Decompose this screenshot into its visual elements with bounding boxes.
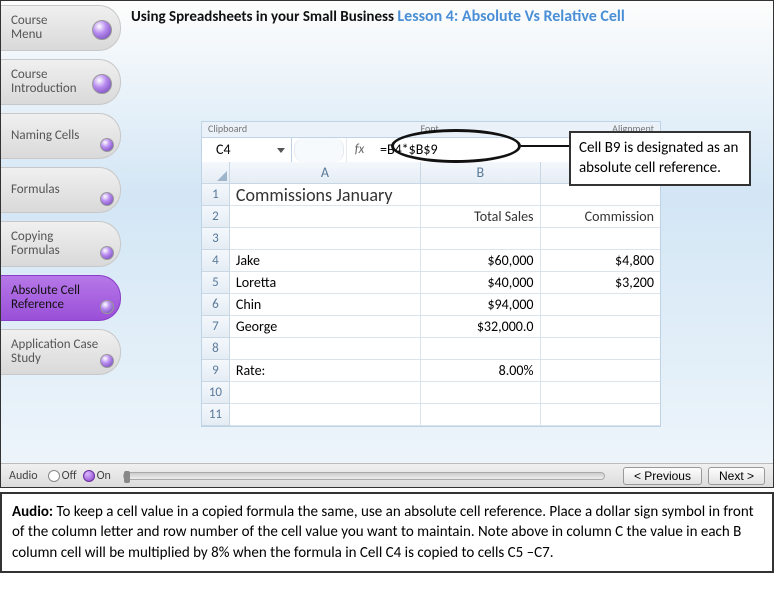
name-box[interactable]: C4 [202,138,292,162]
lesson-frame: Using Spreadsheets in your Small Busines… [0,0,774,488]
row-header-5[interactable]: 5 [202,272,230,294]
sidebar-item-1[interactable]: CourseIntroduction [1,59,121,105]
course-sidebar: CourseMenu CourseIntroduction Naming Cells… [1,1,121,487]
row-header-8[interactable]: 8 [202,338,230,360]
cell-B4[interactable]: $60,000 [421,250,540,272]
fx-icon[interactable]: fx [346,138,372,162]
row-header-3[interactable]: 3 [202,228,230,250]
sheet-row-7: 7George$32,000.0 [202,316,660,338]
cell-B3[interactable] [421,228,540,250]
cell-C11[interactable] [541,404,660,426]
sheet-row-10: 10 [202,382,660,404]
audio-scrubber[interactable] [123,472,605,480]
cell-A4[interactable]: Jake [230,250,421,272]
row-header-4[interactable]: 4 [202,250,230,272]
sheet-row-3: 3 [202,228,660,250]
cell-C9[interactable] [541,360,660,382]
col-header-b[interactable]: B [421,162,540,184]
course-title: Using Spreadsheets in your Small Busines… [131,8,394,26]
ribbon-clipboard: Clipboard [208,122,247,137]
audio-off-radio[interactable] [48,470,60,482]
cell-C2[interactable]: Commission [541,206,660,228]
cell-B8[interactable] [421,338,540,360]
cell-C4[interactable]: $4,800 [541,250,660,272]
cell-A9[interactable]: Rate: [230,360,421,382]
sheet-row-11: 11 [202,404,660,426]
cell-C8[interactable] [541,338,660,360]
bullet-icon [100,138,114,152]
sheet-row-9: 9Rate:8.00% [202,360,660,382]
audio-label: Audio [9,469,38,483]
bullet-icon [100,354,114,368]
cell-B6[interactable]: $94,000 [421,294,540,316]
sheet-row-5: 5Loretta$40,000$3,200 [202,272,660,294]
audio-transcript-text: To keep a cell value in a copied formula… [12,503,754,562]
audio-off-label: Off [62,469,77,483]
bullet-icon [100,300,114,314]
sidebar-item-5[interactable]: Absolute CellReference [1,275,121,321]
annotation-callout: Cell B9 is designated as an absolute cel… [569,131,751,186]
row-header-7[interactable]: 7 [202,316,230,338]
audio-on-label: On [97,469,111,483]
lesson-title: Lesson 4: Absolute Vs Relative Cell [397,7,624,26]
row-header-11[interactable]: 11 [202,404,230,426]
previous-button[interactable]: < Previous [623,467,702,485]
sidebar-item-2[interactable]: Naming Cells [1,113,121,159]
next-button[interactable]: Next > [708,467,765,485]
cell-C5[interactable]: $3,200 [541,272,660,294]
sidebar-item-3[interactable]: Formulas [1,167,121,213]
cell-A8[interactable] [230,338,421,360]
sidebar-item-0[interactable]: CourseMenu [1,5,121,51]
audio-transcript-label: Audio: [12,503,53,521]
row-header-1[interactable]: 1 [202,184,230,206]
sheet-row-6: 6Chin$94,000 [202,294,660,316]
cell-A11[interactable] [230,404,421,426]
cell-C6[interactable] [541,294,660,316]
row-header-9[interactable]: 9 [202,360,230,382]
select-all-corner[interactable] [202,162,230,184]
audio-transcript-panel: Audio: To keep a cell value in a copied … [0,492,774,573]
cell-B7[interactable]: $32,000.0 [421,316,540,338]
bullet-icon [92,20,112,40]
cell-C10[interactable] [541,382,660,404]
row-header-2[interactable]: 2 [202,206,230,228]
cell-C1[interactable] [541,184,660,206]
sheet-row-1: 1Commissions January [202,184,660,206]
col-header-a[interactable]: A [230,162,421,184]
cell-A3[interactable] [230,228,421,250]
cell-B11[interactable] [421,404,540,426]
cell-A6[interactable]: Chin [230,294,421,316]
cell-B1[interactable] [421,184,540,206]
spreadsheet[interactable]: A B C 1Commissions January2Total SalesCo… [201,162,661,427]
cell-A10[interactable] [230,382,421,404]
bullet-icon [100,192,114,206]
ribbon-font: Font [421,122,439,137]
cell-B10[interactable] [421,382,540,404]
sidebar-item-6[interactable]: Application CaseStudy [1,329,121,375]
cell-A5[interactable]: Loretta [230,272,421,294]
cell-B2[interactable]: Total Sales [421,206,540,228]
formula-spacer [294,138,344,162]
cell-A1[interactable]: Commissions January [230,184,421,206]
header: Using Spreadsheets in your Small Busines… [131,7,763,26]
cell-A2[interactable] [230,206,421,228]
bottom-bar: Audio Off On < Previous Next > [1,463,773,487]
cell-C7[interactable] [541,316,660,338]
row-header-10[interactable]: 10 [202,382,230,404]
sheet-row-4: 4Jake$60,000$4,800 [202,250,660,272]
bullet-icon [92,74,112,94]
cell-A7[interactable]: George [230,316,421,338]
cell-C3[interactable] [541,228,660,250]
sheet-row-8: 8 [202,338,660,360]
annotation-line [521,145,571,147]
cell-B5[interactable]: $40,000 [421,272,540,294]
row-header-6[interactable]: 6 [202,294,230,316]
sheet-row-2: 2 Total SalesCommission [202,206,660,228]
bullet-icon [100,246,114,260]
sidebar-item-4[interactable]: CopyingFormulas [1,221,121,267]
cell-B9[interactable]: 8.00% [421,360,540,382]
audio-on-radio[interactable] [83,470,95,482]
